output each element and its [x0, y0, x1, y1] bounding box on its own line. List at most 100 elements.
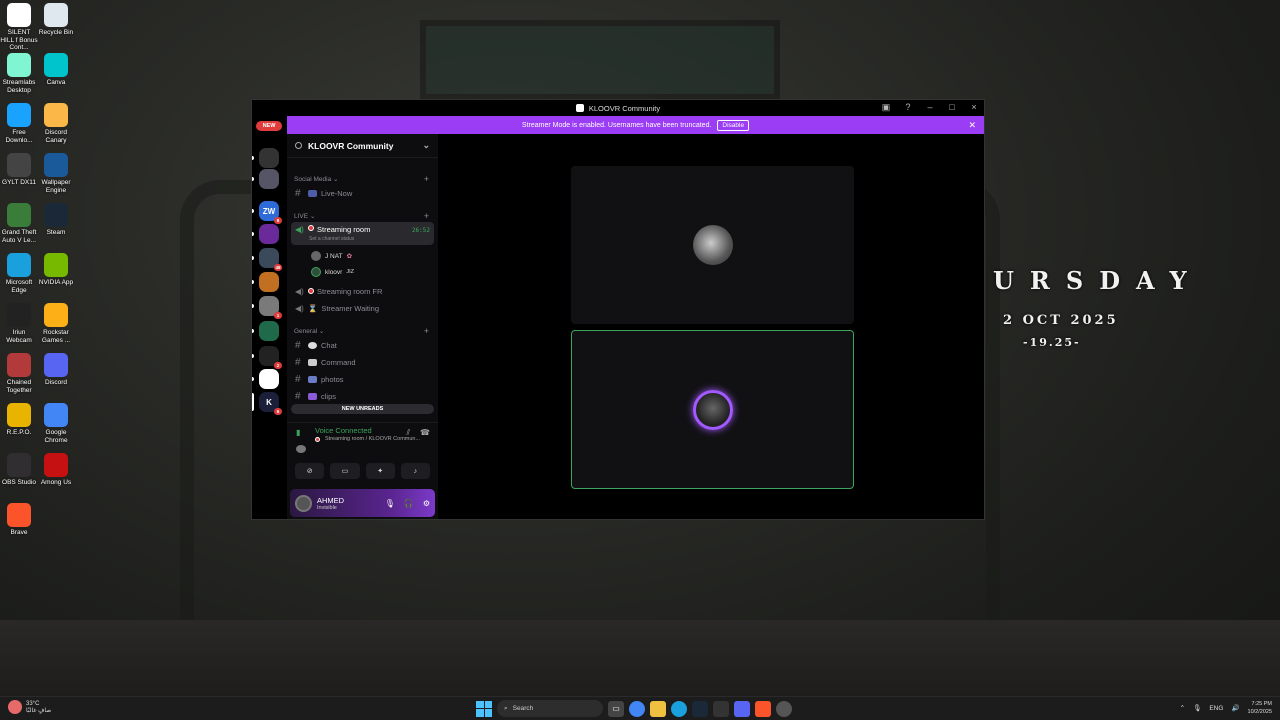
windows-start-icon[interactable] — [476, 700, 492, 717]
chevron-down-icon[interactable]: ⌄ — [422, 140, 430, 151]
server-dm[interactable] — [259, 148, 279, 168]
brave-icon — [7, 503, 31, 527]
mention-badge: 1 — [274, 312, 282, 319]
desktop-icon[interactable]: Free Downlo... — [0, 103, 38, 144]
desktop-icon-label: OBS Studio — [2, 479, 36, 486]
tv-icon — [308, 189, 317, 197]
server-1[interactable] — [259, 169, 279, 189]
desktop-icon[interactable]: Streamlabs Desktop — [0, 53, 38, 94]
add-channel-icon[interactable]: + — [424, 326, 429, 336]
channel-chat[interactable]: # Chat — [291, 338, 434, 352]
server-7[interactable] — [259, 321, 279, 341]
close-icon[interactable]: × — [968, 102, 980, 113]
app-icon[interactable] — [776, 700, 792, 717]
desktop-icon[interactable]: Recycle Bin — [37, 3, 75, 37]
channel-photos[interactable]: # photos — [291, 372, 434, 386]
settings-gear-icon[interactable]: ⚙ — [423, 499, 430, 508]
taskbar-clock[interactable]: 7:25 PM 10/2/2025 — [1248, 700, 1272, 716]
category-general[interactable]: General ⌄ + — [294, 326, 429, 336]
server-9[interactable] — [259, 369, 279, 389]
maximize-icon[interactable]: □ — [946, 102, 958, 113]
desktop-icon[interactable]: OBS Studio — [0, 453, 38, 487]
weather-widget[interactable]: 33°C صافٍ غالبًا — [8, 700, 51, 714]
desktop-icon[interactable]: Brave — [0, 503, 38, 537]
brave-icon[interactable] — [755, 700, 771, 717]
activity-button[interactable]: ✦ — [365, 463, 395, 479]
voice-status[interactable]: Voice Connected — [315, 426, 372, 435]
channel-streamer-waiting[interactable]: ◀) ⌛ Streamer Waiting — [291, 301, 434, 315]
channel-streaming-room[interactable]: ◀) Streaming room Set a channel status 2… — [291, 222, 434, 245]
desktop-icon[interactable]: Wallpaper Engine — [37, 153, 75, 194]
participant-tile[interactable] — [571, 166, 854, 324]
microphone-icon[interactable]: 🎙 — [1193, 704, 1201, 712]
server-header[interactable]: KLOOVR Community ⌄ — [287, 134, 438, 158]
unread-pip — [252, 256, 254, 260]
desktop-icon[interactable]: Rockstar Games ... — [37, 303, 75, 344]
category-live[interactable]: LIVE ⌄ + — [294, 211, 429, 221]
channel-command[interactable]: # Command — [291, 355, 434, 369]
taskbar-search[interactable]: ⌕ Search — [497, 700, 603, 717]
disconnect-icon[interactable]: ☎ — [420, 428, 430, 438]
chrome-icon[interactable] — [629, 700, 645, 717]
desktop-icon[interactable]: Discord — [37, 353, 75, 387]
steam-icon[interactable] — [692, 700, 708, 717]
desktop-icon[interactable]: Canva — [37, 53, 75, 87]
screen-share-button[interactable]: ▭ — [330, 463, 360, 479]
window-titlebar[interactable]: KLOOVR Community ▣ ? – □ × — [252, 100, 984, 116]
server-5[interactable] — [259, 272, 279, 292]
edge-icon[interactable] — [671, 700, 687, 717]
user-panel[interactable]: AHMED Invisible 🎙 🎧 ⚙ — [290, 489, 435, 517]
desktop-icon-label: Iriun Webcam — [6, 329, 32, 344]
avatar[interactable] — [295, 494, 312, 512]
chevron-up-icon[interactable]: ⌃ — [1180, 704, 1185, 712]
inbox-icon[interactable]: ▣ — [880, 102, 892, 113]
obs-icon[interactable] — [713, 700, 729, 717]
add-channel-icon[interactable]: + — [424, 174, 429, 184]
headphones-icon[interactable]: 🎧 — [404, 499, 414, 508]
server-4[interactable]: 48 — [259, 248, 282, 271]
channel-clips[interactable]: # clips — [291, 389, 434, 403]
desktop-icon[interactable]: Steam — [37, 203, 75, 237]
channel-streaming-room-fr[interactable]: ◀) Streaming room FR — [291, 284, 434, 298]
file-explorer-icon[interactable] — [650, 700, 666, 717]
camera-off-button[interactable]: ⊘ — [295, 463, 325, 479]
discord-icon[interactable] — [734, 700, 750, 717]
desktop-icon[interactable]: Among Us — [37, 453, 75, 487]
channel-status[interactable]: Set a channel status — [309, 236, 354, 242]
noise-suppression-icon[interactable]: ⫽ — [406, 428, 410, 438]
banner-close-icon[interactable]: ✕ — [968, 120, 976, 131]
server-kloovr[interactable]: K6 — [259, 392, 282, 415]
desktop-icon[interactable]: Microsoft Edge — [0, 253, 38, 294]
task-view-icon[interactable]: ▭ — [608, 700, 624, 717]
language-indicator[interactable]: ENG — [1209, 705, 1223, 712]
desktop-icon[interactable]: R.E.P.O. — [0, 403, 38, 437]
server-3[interactable] — [259, 224, 279, 244]
desktop-icon[interactable]: Grand Theft Auto V Le... — [0, 203, 38, 244]
desktop-icon[interactable]: GYLT DX11 — [0, 153, 38, 187]
microphone-icon[interactable]: 🎙 — [385, 499, 395, 508]
new-pill[interactable]: NEW — [256, 121, 282, 131]
disable-button[interactable]: Disable — [717, 119, 750, 131]
new-unreads-pill[interactable]: NEW UNREADS — [291, 404, 434, 414]
help-icon[interactable]: ? — [902, 102, 914, 113]
category-social[interactable]: Social Media ⌄ + — [294, 174, 429, 184]
server-6[interactable]: 1 — [259, 296, 282, 319]
voice-user[interactable]: J NAT ✿ — [311, 251, 352, 261]
soundboard-button[interactable]: ♪ — [400, 463, 430, 479]
server-zw[interactable]: ZW 8 — [259, 201, 282, 224]
desktop-icon[interactable]: Iriun Webcam — [0, 303, 38, 344]
desktop-icon[interactable]: SILENT HILL f Bonus Cont... — [0, 3, 38, 52]
desktop-icon[interactable]: NVIDIA App — [37, 253, 75, 287]
minimize-icon[interactable]: – — [924, 102, 936, 113]
server-8[interactable]: 2 — [259, 346, 282, 369]
voice-location-row: Streaming room / KLOOVR Commun... — [315, 436, 420, 442]
voice-user[interactable]: kloovr JIZ — [311, 267, 354, 277]
channel-live-now[interactable]: # Live-Now — [291, 186, 434, 200]
desktop-icon[interactable]: Chained Together — [0, 353, 38, 394]
hash-icon: # — [295, 356, 301, 368]
desktop-icon[interactable]: Discord Canary — [37, 103, 75, 144]
desktop-icon[interactable]: Google Chrome — [37, 403, 75, 444]
participant-tile-speaking[interactable] — [571, 330, 854, 489]
add-channel-icon[interactable]: + — [424, 211, 429, 221]
volume-icon[interactable]: 🔊 — [1231, 704, 1239, 712]
